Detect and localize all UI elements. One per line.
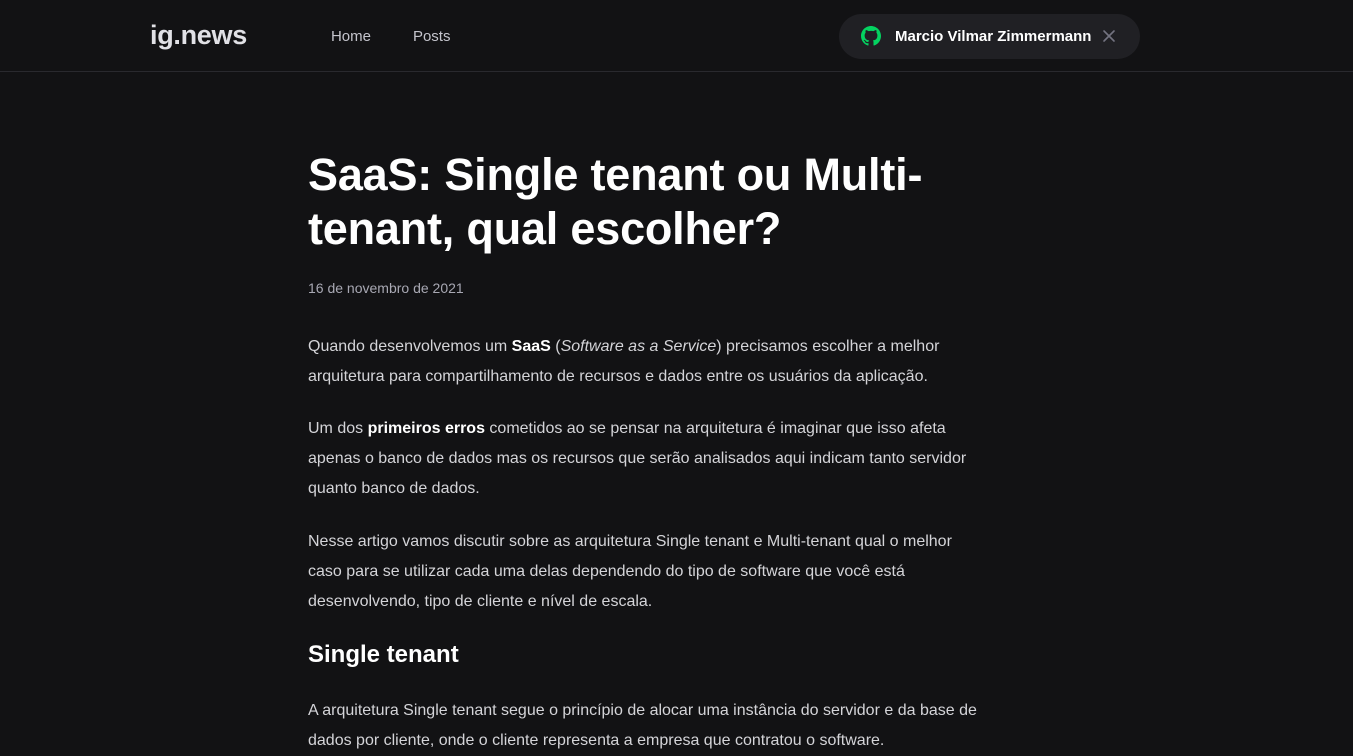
header-container: ig.news Home Posts Marcio Vilmar Zimmerm…: [150, 0, 1140, 72]
paragraph: Nesse artigo vamos discutir sobre as arq…: [308, 533, 952, 610]
paragraph: Um dos primeiros erros cometidos ao se p…: [308, 414, 988, 504]
close-icon[interactable]: [1102, 29, 1116, 43]
bold-text: primeiros erros: [367, 420, 485, 437]
post-article: SaaS: Single tenant ou Multi-tenant, qua…: [308, 148, 988, 756]
paragraph: A arquitetura Single tenant segue o prin…: [308, 702, 977, 749]
bold-text: SaaS: [511, 338, 551, 355]
main-nav: Home Posts: [331, 0, 493, 72]
site-logo[interactable]: ig.news: [150, 20, 247, 51]
paragraph: Quando desenvolvemos um SaaS (Software a…: [308, 332, 988, 392]
text-segment: (: [550, 338, 561, 355]
nav-home-link[interactable]: Home: [331, 28, 371, 45]
user-name: Marcio Vilmar Zimmermann: [895, 27, 1092, 45]
post-content: Quando desenvolvemos um SaaS (Software a…: [308, 332, 988, 756]
italic-text: Software as a Service: [560, 338, 717, 355]
github-icon: [861, 26, 881, 46]
post-title: SaaS: Single tenant ou Multi-tenant, qua…: [308, 149, 923, 254]
text-segment: Um dos: [308, 420, 368, 437]
sign-in-button[interactable]: Marcio Vilmar Zimmermann: [839, 13, 1140, 59]
site-header: ig.news Home Posts Marcio Vilmar Zimmerm…: [0, 0, 1353, 72]
text-segment: Quando desenvolvemos um: [308, 338, 512, 355]
nav-posts-link[interactable]: Posts: [413, 28, 451, 45]
section-heading: Single tenant: [308, 641, 459, 668]
post-date: 16 de novembro de 2021: [308, 280, 464, 296]
